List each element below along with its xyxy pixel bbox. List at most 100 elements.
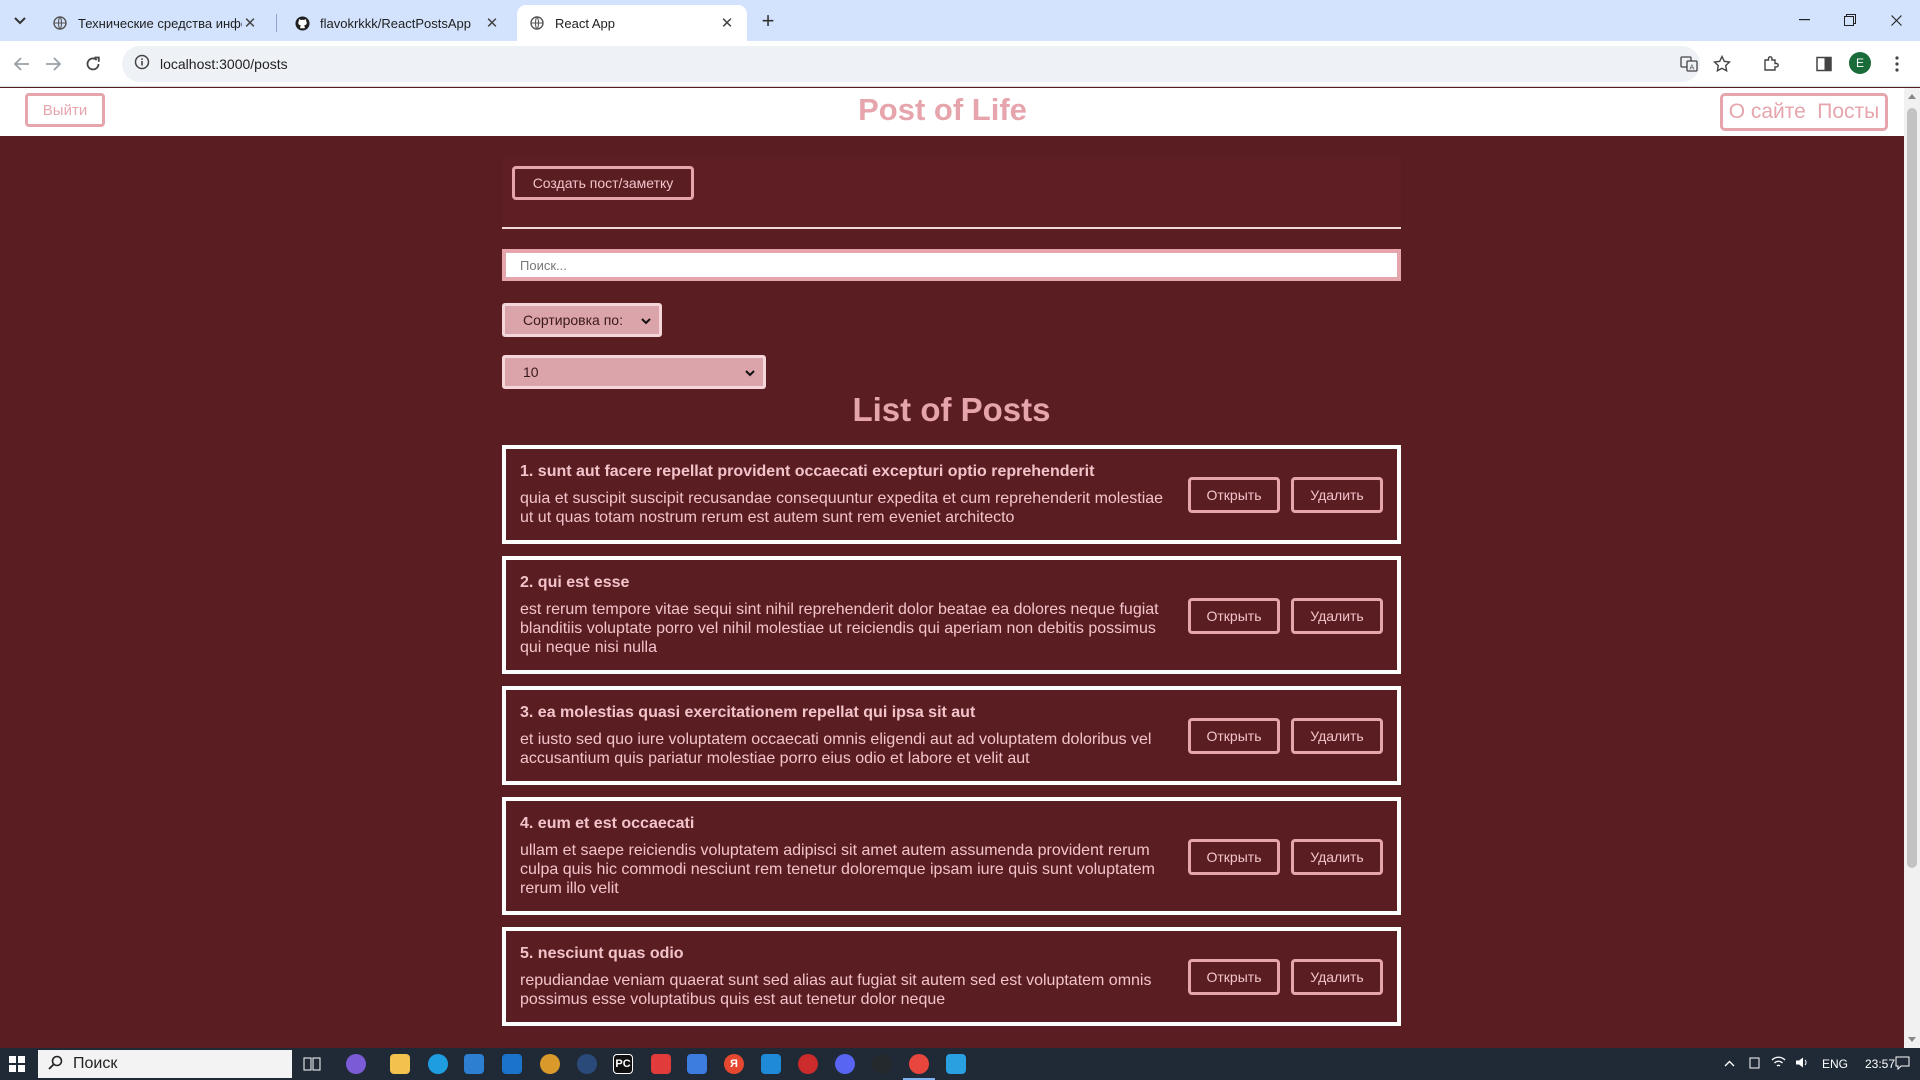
store-icon[interactable] bbox=[464, 1054, 484, 1074]
site-header: Выйти Post of Life О сайте Посты bbox=[0, 88, 1904, 136]
opera-icon[interactable] bbox=[651, 1054, 671, 1074]
close-tab-icon[interactable]: ✕ bbox=[484, 15, 500, 32]
restore-icon[interactable] bbox=[1827, 0, 1873, 40]
open-post-button[interactable]: Открыть bbox=[1188, 477, 1280, 513]
post-card: 2. qui est esse est rerum tempore vitae … bbox=[502, 556, 1401, 674]
post-title: 2. qui est esse bbox=[520, 574, 630, 591]
kebab-menu-icon[interactable] bbox=[1884, 51, 1910, 77]
delete-post-button[interactable]: Удалить bbox=[1291, 838, 1383, 875]
browser-tab-active[interactable]: React App ✕ bbox=[517, 5, 747, 41]
task-view-icon[interactable] bbox=[302, 1054, 322, 1074]
browser-tab-bar: Технические средства инфор… ✕ flavokrkkk… bbox=[0, 0, 1920, 41]
posts-content: Создать пост/заметку Поиск... Сортировка… bbox=[502, 156, 1401, 1026]
open-post-button[interactable]: Открыть bbox=[1188, 838, 1280, 875]
scroll-up-arrow-icon[interactable] bbox=[1908, 94, 1916, 99]
url-text: localhost:3000/posts bbox=[160, 56, 288, 72]
site-nav: О сайте Посты bbox=[1720, 93, 1888, 131]
scrollbar-thumb[interactable] bbox=[1907, 108, 1917, 868]
open-post-button[interactable]: Открыть bbox=[1188, 959, 1280, 995]
post-title: 1. sunt aut facere repellat provident oc… bbox=[520, 463, 1095, 480]
side-panel-icon[interactable] bbox=[1811, 51, 1837, 77]
post-body: quia et suscipit suscipit recusandae con… bbox=[520, 490, 1164, 526]
delete-post-button[interactable]: Удалить bbox=[1291, 959, 1383, 995]
browser-tab-1[interactable]: Технические средства инфор… ✕ bbox=[40, 5, 270, 41]
scroll-down-arrow-icon[interactable] bbox=[1908, 1037, 1916, 1042]
divider bbox=[502, 227, 1401, 229]
back-arrow-icon[interactable] bbox=[9, 51, 35, 77]
sort-select[interactable]: Сортировка по: bbox=[502, 303, 662, 337]
post-body: est rerum tempore vitae sequi sint nihil… bbox=[520, 601, 1159, 656]
nav-link-posts[interactable]: Посты bbox=[1817, 100, 1879, 124]
delete-post-button[interactable]: Удалить bbox=[1291, 477, 1383, 513]
mail-icon[interactable] bbox=[502, 1054, 522, 1074]
chevron-down-icon bbox=[745, 364, 755, 380]
tab-separator bbox=[276, 14, 277, 32]
delete-post-button[interactable]: Удалить bbox=[1291, 718, 1383, 754]
github-desktop-icon[interactable] bbox=[872, 1054, 892, 1074]
windows-taskbar: Поиск PC Я ENG 23:57 bbox=[0, 1048, 1920, 1080]
extensions-puzzle-icon[interactable] bbox=[1758, 51, 1784, 77]
site-info-icon[interactable] bbox=[134, 54, 150, 75]
forward-arrow-icon[interactable] bbox=[40, 51, 66, 77]
github-icon bbox=[294, 15, 310, 31]
tab-title: flavokrkkk/ReactPostsApp bbox=[320, 15, 472, 31]
create-post-button[interactable]: Создать пост/заметку bbox=[512, 166, 694, 200]
open-post-button[interactable]: Открыть bbox=[1188, 597, 1280, 634]
new-tab-plus-icon[interactable]: + bbox=[755, 8, 781, 34]
bookmark-star-icon[interactable] bbox=[1709, 51, 1735, 77]
tray-chevron-icon[interactable] bbox=[1724, 1056, 1735, 1070]
nav-link-about[interactable]: О сайте bbox=[1729, 100, 1806, 124]
post-body: et iusto sed quo iure voluptatem occaeca… bbox=[520, 731, 1152, 767]
post-card: 4. eum et est occaecati ullam et saepe r… bbox=[502, 797, 1401, 915]
volume-icon[interactable] bbox=[1795, 1056, 1810, 1072]
post-title: 4. eum et est occaecati bbox=[520, 815, 695, 832]
wifi-icon[interactable] bbox=[1771, 1056, 1786, 1072]
taskbar-search-box[interactable]: Поиск bbox=[38, 1050, 292, 1078]
app-icon-bug[interactable] bbox=[577, 1054, 597, 1074]
battery-icon[interactable] bbox=[1748, 1056, 1762, 1073]
chevron-down-icon bbox=[641, 312, 651, 328]
page-viewport: Выйти Post of Life О сайте Посты Создать… bbox=[0, 88, 1904, 1048]
delete-post-button[interactable]: Удалить bbox=[1291, 597, 1383, 634]
browser-tab-2[interactable]: flavokrkkk/ReactPostsApp ✕ bbox=[282, 5, 512, 41]
sort-select-label: Сортировка по: bbox=[523, 312, 623, 328]
clock[interactable]: 23:57 bbox=[1865, 1057, 1895, 1071]
translate-icon[interactable]: A bbox=[1678, 53, 1700, 75]
cortana-icon[interactable] bbox=[346, 1054, 366, 1074]
page-scrollbar[interactable] bbox=[1904, 88, 1920, 1048]
yandex-icon[interactable]: Я bbox=[724, 1054, 744, 1074]
close-tab-icon[interactable]: ✕ bbox=[242, 15, 258, 32]
language-indicator[interactable]: ENG bbox=[1822, 1057, 1848, 1071]
address-bar[interactable]: localhost:3000/posts A bbox=[122, 46, 1700, 82]
minimize-icon[interactable] bbox=[1781, 0, 1827, 40]
tab-search-chevron-icon[interactable] bbox=[8, 9, 32, 33]
post-body: ullam et saepe reiciendis voluptatem adi… bbox=[520, 842, 1155, 897]
globe-icon bbox=[52, 15, 68, 31]
windows-start-icon[interactable] bbox=[9, 1056, 25, 1072]
search-input[interactable]: Поиск... bbox=[502, 249, 1401, 281]
profile-avatar[interactable]: E bbox=[1849, 52, 1871, 74]
search-icon bbox=[48, 1055, 63, 1074]
page-limit-select[interactable]: 10 bbox=[502, 355, 766, 389]
edge-icon[interactable] bbox=[428, 1054, 448, 1074]
pycharm-icon[interactable]: PC bbox=[613, 1054, 633, 1074]
close-window-icon[interactable] bbox=[1873, 0, 1919, 40]
defender-icon[interactable] bbox=[687, 1054, 707, 1074]
app-icon-shield[interactable] bbox=[540, 1054, 560, 1074]
close-tab-icon[interactable]: ✕ bbox=[719, 15, 735, 32]
chrome-icon[interactable] bbox=[903, 1054, 935, 1080]
post-body: repudiandae veniam quaerat sunt sed alia… bbox=[520, 972, 1152, 1008]
media-player-icon[interactable] bbox=[798, 1054, 818, 1074]
page-limit-value: 10 bbox=[523, 364, 539, 380]
open-post-button[interactable]: Открыть bbox=[1188, 718, 1280, 754]
list-title: List of Posts bbox=[852, 391, 1051, 428]
app-icon-paint[interactable] bbox=[946, 1054, 966, 1074]
post-title: 5. nesciunt quas odio bbox=[520, 945, 684, 962]
vscode-icon[interactable] bbox=[761, 1054, 781, 1074]
post-card: 5. nesciunt quas odio repudiandae veniam… bbox=[502, 927, 1401, 1026]
file-explorer-icon[interactable] bbox=[390, 1054, 410, 1074]
notifications-icon[interactable] bbox=[1895, 1056, 1910, 1073]
tab-title: Технические средства инфор… bbox=[78, 15, 242, 31]
discord-icon[interactable] bbox=[835, 1054, 855, 1074]
reload-icon[interactable] bbox=[80, 51, 106, 77]
